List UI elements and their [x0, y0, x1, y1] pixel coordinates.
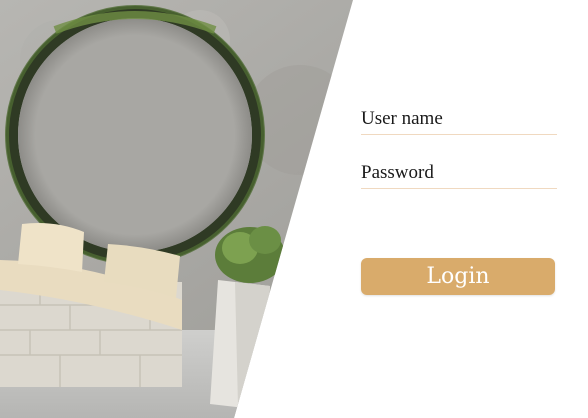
hero-image [0, 0, 353, 418]
password-input[interactable] [361, 154, 557, 188]
password-underline [361, 188, 557, 189]
login-form: User name Password [361, 100, 557, 208]
login-button[interactable]: Login [361, 258, 555, 295]
username-input[interactable] [361, 100, 557, 134]
username-underline [361, 134, 557, 135]
password-field[interactable]: Password [361, 154, 557, 190]
username-field[interactable]: User name [361, 100, 557, 136]
